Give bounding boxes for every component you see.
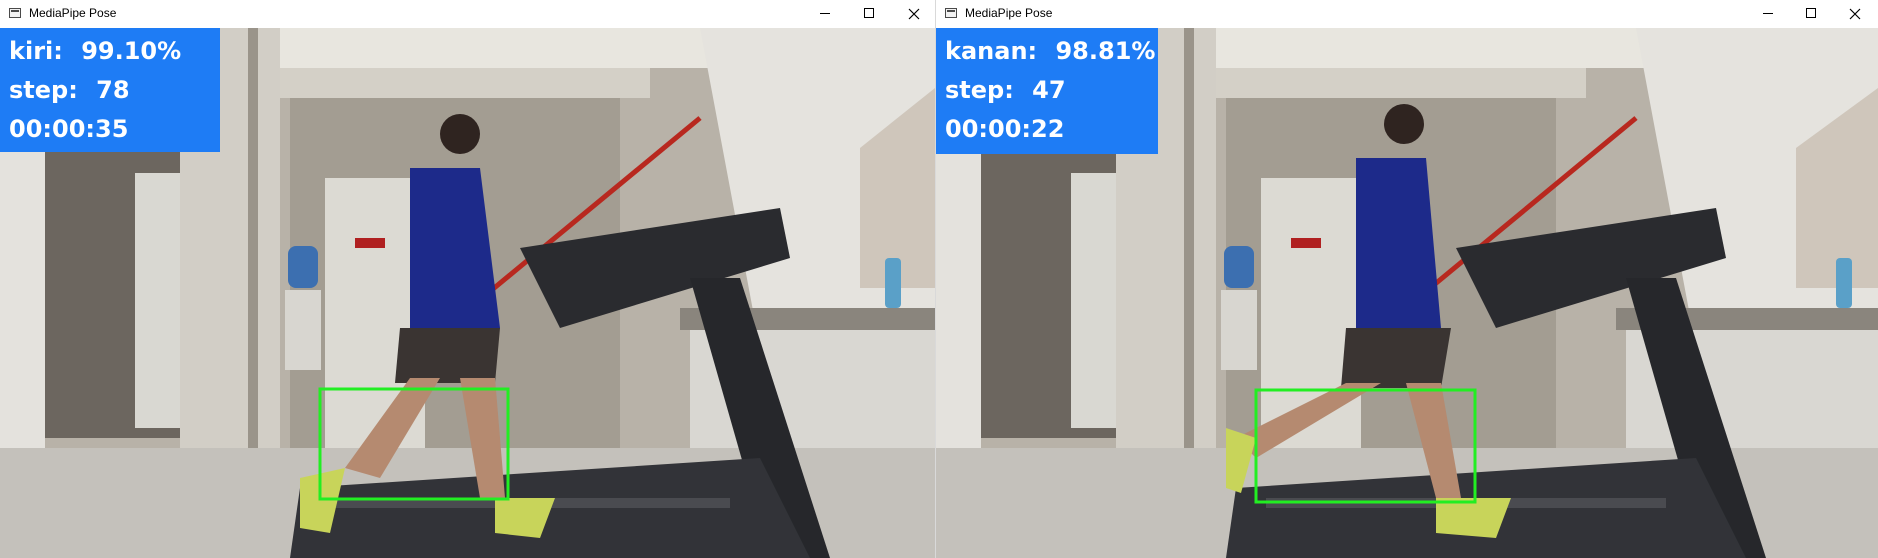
- confidence-value: 99.10%: [81, 37, 182, 65]
- maximize-icon[interactable]: [848, 0, 890, 28]
- side-label: kanan:: [945, 37, 1038, 65]
- step-count: 47: [1032, 76, 1066, 104]
- elapsed-timer: 00:00:22: [945, 115, 1065, 143]
- minimize-icon[interactable]: [1747, 0, 1789, 28]
- side-row: kiri: 99.10%: [9, 32, 210, 71]
- window-right: MediaPipe Pose kanan: 98.81% step: 47 00…: [936, 0, 1878, 558]
- video-frame: kanan: 98.81% step: 47 00:00:22: [936, 28, 1878, 558]
- step-label: step:: [9, 76, 78, 104]
- window-icon: [9, 8, 21, 18]
- step-row: step: 78: [9, 71, 210, 110]
- close-icon[interactable]: [893, 0, 935, 28]
- video-frame: kiri: 99.10% step: 78 00:00:35: [0, 28, 935, 558]
- window-icon: [945, 8, 957, 18]
- side-label: kiri:: [9, 37, 63, 65]
- window-title: MediaPipe Pose: [965, 6, 1053, 20]
- step-count: 78: [96, 76, 130, 104]
- close-icon[interactable]: [1834, 0, 1876, 28]
- window-left: MediaPipe Pose kiri: 99.10% step: 78 00:…: [0, 0, 935, 558]
- confidence-value: 98.81%: [1055, 37, 1156, 65]
- minimize-icon[interactable]: [804, 0, 846, 28]
- side-row: kanan: 98.81%: [945, 32, 1155, 71]
- elapsed-timer: 00:00:35: [9, 115, 129, 143]
- title-bar[interactable]: MediaPipe Pose: [0, 0, 935, 28]
- pose-stats-panel: kanan: 98.81% step: 47 00:00:22: [936, 28, 1158, 154]
- step-row: step: 47: [945, 71, 1148, 110]
- title-bar[interactable]: MediaPipe Pose: [936, 0, 1878, 28]
- window-title: MediaPipe Pose: [29, 6, 117, 20]
- step-label: step:: [945, 76, 1014, 104]
- pose-stats-panel: kiri: 99.10% step: 78 00:00:35: [0, 28, 220, 152]
- maximize-icon[interactable]: [1790, 0, 1832, 28]
